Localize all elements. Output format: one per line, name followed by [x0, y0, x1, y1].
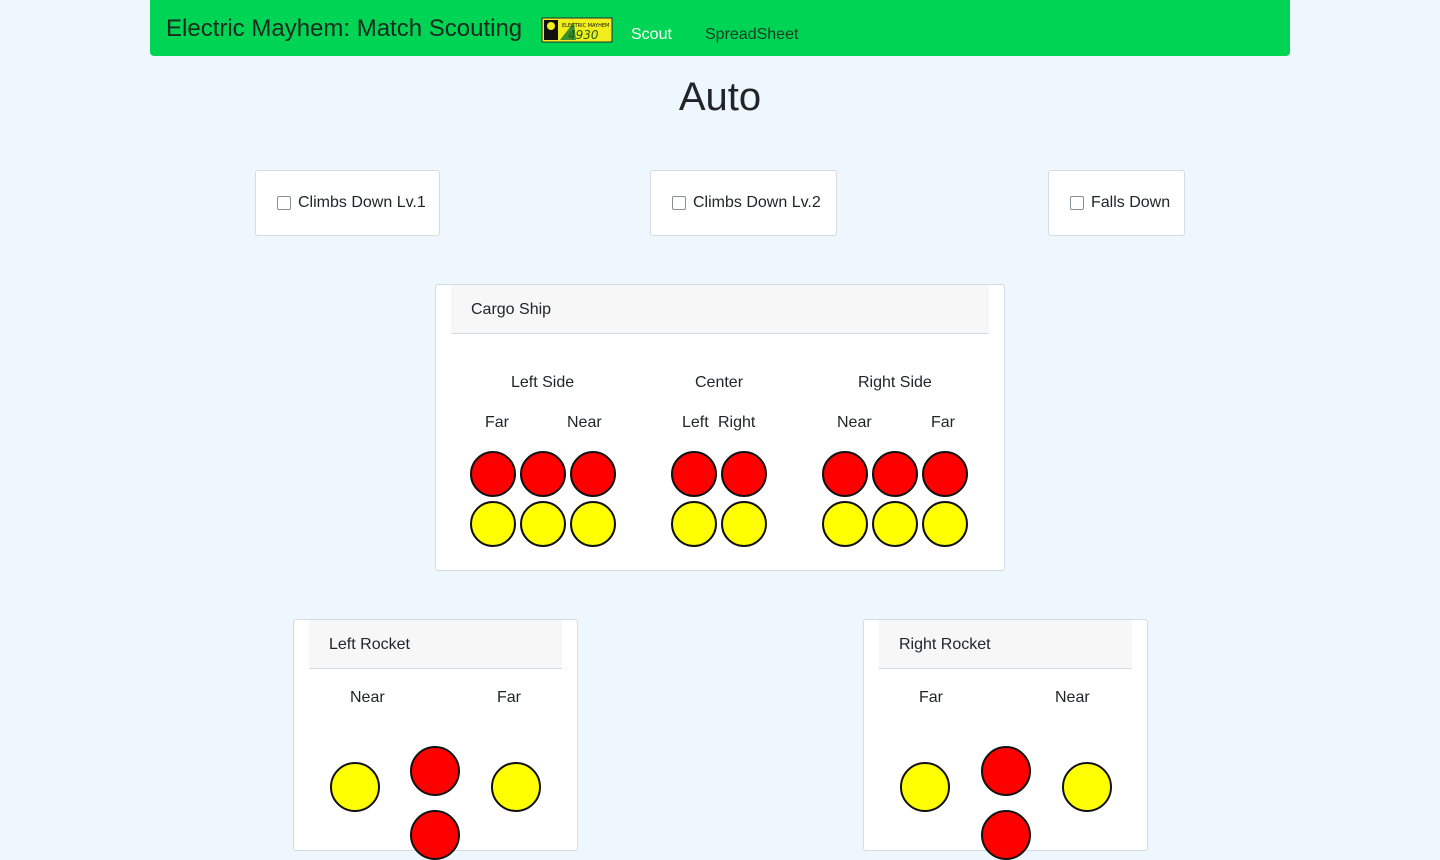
left-side-label: Left Side — [511, 374, 575, 391]
hatch-ball[interactable] — [822, 501, 868, 547]
center-left-label: Left — [682, 414, 709, 431]
climbs-down-lv1-card[interactable]: Climbs Down Lv.1 — [255, 170, 440, 236]
cargo-ball[interactable] — [410, 746, 460, 796]
climbs-down-lv1-checkbox[interactable] — [277, 196, 291, 210]
left-rocket-far-label: Far — [497, 689, 521, 706]
cargo-ball[interactable] — [872, 451, 918, 497]
hatch-ball[interactable] — [671, 501, 717, 547]
cargo-ball[interactable] — [721, 451, 767, 497]
hatch-ball[interactable] — [872, 501, 918, 547]
hatch-ball[interactable] — [330, 762, 380, 812]
right-rocket-far-label: Far — [919, 689, 943, 706]
cargo-ball[interactable] — [410, 810, 460, 860]
navbar: Electric Mayhem: Match Scouting ELECTRIC… — [150, 0, 1290, 56]
cargo-ball[interactable] — [822, 451, 868, 497]
svg-text:4930: 4930 — [568, 28, 599, 42]
cargo-ball[interactable] — [922, 451, 968, 497]
climbs-down-lv2-label: Climbs Down Lv.2 — [693, 194, 821, 211]
app-title[interactable]: Electric Mayhem: Match Scouting — [166, 15, 522, 43]
climbs-down-lv2-checkbox[interactable] — [672, 196, 686, 210]
cargo-ship-title: Cargo Ship — [471, 301, 552, 318]
page-title: Auto — [678, 75, 762, 119]
nav-scout[interactable]: Scout — [631, 26, 672, 44]
climbs-down-lv2-card[interactable]: Climbs Down Lv.2 — [650, 170, 837, 236]
team-logo: ELECTRIC MAYHEM 4930 — [541, 17, 613, 43]
right-side-label: Right Side — [858, 374, 932, 391]
cargo-ball[interactable] — [671, 451, 717, 497]
left-side-far-label: Far — [485, 414, 509, 431]
falls-down-label: Falls Down — [1091, 194, 1171, 211]
falls-down-checkbox[interactable] — [1070, 196, 1084, 210]
right-side-far-label: Far — [931, 414, 955, 431]
cargo-ship-header: Cargo Ship — [451, 285, 989, 334]
left-rocket-near-label: Near — [350, 689, 385, 706]
left-rocket-title: Left Rocket — [329, 636, 410, 653]
right-rocket-near-label: Near — [1055, 689, 1090, 706]
right-rocket-header: Right Rocket — [879, 620, 1132, 669]
hatch-ball[interactable] — [900, 762, 950, 812]
cargo-ball[interactable] — [981, 746, 1031, 796]
cargo-ball[interactable] — [570, 451, 616, 497]
hatch-ball[interactable] — [470, 501, 516, 547]
nav-spreadsheet[interactable]: SpreadSheet — [705, 26, 798, 44]
hatch-ball[interactable] — [922, 501, 968, 547]
left-rocket-header: Left Rocket — [309, 620, 562, 669]
hatch-ball[interactable] — [520, 501, 566, 547]
hatch-ball[interactable] — [491, 762, 541, 812]
center-label: Center — [695, 374, 744, 391]
center-right-label: Right — [718, 414, 756, 431]
hatch-ball[interactable] — [1062, 762, 1112, 812]
right-rocket-title: Right Rocket — [899, 636, 991, 653]
hatch-ball[interactable] — [570, 501, 616, 547]
cargo-ball[interactable] — [981, 810, 1031, 860]
hatch-ball[interactable] — [721, 501, 767, 547]
cargo-ball[interactable] — [520, 451, 566, 497]
climbs-down-lv1-label: Climbs Down Lv.1 — [298, 194, 426, 211]
right-side-near-label: Near — [837, 414, 872, 431]
left-side-near-label: Near — [567, 414, 602, 431]
cargo-ball[interactable] — [470, 451, 516, 497]
falls-down-card[interactable]: Falls Down — [1048, 170, 1185, 236]
